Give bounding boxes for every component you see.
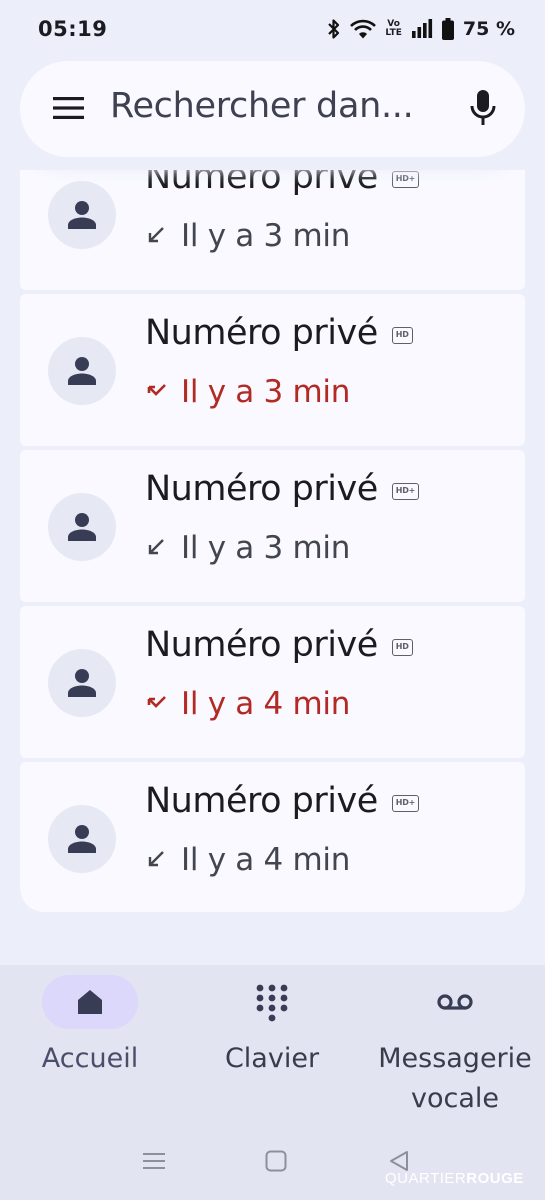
home-icon <box>78 990 102 1014</box>
person-icon <box>68 669 96 697</box>
avatar[interactable] <box>48 493 116 561</box>
search-bar[interactable]: Rechercher dan... <box>20 61 525 157</box>
nav-home[interactable]: Accueil <box>42 975 138 1079</box>
caller-name: Numéro privé <box>145 313 378 353</box>
dialpad-icon <box>256 984 288 1022</box>
nav-voicemail[interactable]: Messagerie vocale <box>365 975 545 1119</box>
call-log-item[interactable]: Numéro privé HD+ Il y a 4 min <box>20 762 525 912</box>
bluetooth-icon <box>328 19 340 39</box>
voicemail-icon <box>437 994 473 1010</box>
person-icon <box>68 357 96 385</box>
call-log-item[interactable]: Numéro privé HD+ Il y a 3 min <box>20 170 525 290</box>
nav-home-pill[interactable] <box>42 975 138 1029</box>
mic-icon[interactable] <box>469 89 497 129</box>
watermark: QUARTIERROUGE <box>385 1170 524 1187</box>
caller-line: Numéro privé HD+ <box>145 469 420 509</box>
call-time-line: Il y a 3 min <box>145 218 350 254</box>
hd-voice-icon: HD+ <box>391 482 420 500</box>
avatar[interactable] <box>48 805 116 873</box>
call-time-line: Il y a 4 min <box>145 686 350 722</box>
caller-name: Numéro privé <box>145 170 378 197</box>
person-icon <box>68 513 96 541</box>
hd-voice-icon: HD <box>391 326 413 344</box>
avatar[interactable] <box>48 181 116 249</box>
call-time: Il y a 3 min <box>181 374 351 410</box>
nav-voicemail-label[interactable]: Messagerie vocale <box>365 1039 545 1119</box>
status-icons: Vo LTE 75 % <box>327 18 515 40</box>
avatar[interactable] <box>48 649 116 717</box>
recent-apps-icon[interactable] <box>143 1150 165 1172</box>
call-time-line: Il y a 3 min <box>145 374 350 410</box>
caller-line: Numéro privé HD+ <box>145 170 420 197</box>
volte-bottom: LTE <box>385 28 402 38</box>
caller-line: Numéro privé HD <box>145 313 413 353</box>
volte-indicator: Vo LTE <box>385 20 402 38</box>
battery-icon <box>441 18 454 40</box>
call-history-list[interactable]: Numéro privé HD+ Il y a 3 min Numéro privé H… <box>20 170 525 912</box>
hd-voice-icon: HD <box>391 638 413 656</box>
hd-voice-icon: HD+ <box>391 794 420 812</box>
call-list-inner: Numéro privé HD+ Il y a 3 min Numéro privé H… <box>20 170 525 912</box>
person-icon <box>68 825 96 853</box>
nav-keypad-label[interactable]: Clavier <box>214 1039 330 1079</box>
call-time: Il y a 3 min <box>181 218 351 254</box>
battery-percent: 75 % <box>462 18 515 40</box>
missed-call-icon <box>147 384 166 396</box>
nav-voicemail-pill[interactable] <box>407 975 503 1029</box>
nav-voicemail-label-line2: vocale <box>410 1083 499 1114</box>
search-input[interactable]: Rechercher dan... <box>110 86 450 126</box>
call-time-line: Il y a 3 min <box>145 530 350 566</box>
call-time: Il y a 4 min <box>181 842 351 878</box>
watermark-part1: QUARTIER <box>385 1170 467 1187</box>
incoming-call-icon <box>148 851 164 867</box>
status-time: 05:19 <box>38 17 108 41</box>
menu-icon[interactable] <box>53 96 85 120</box>
nav-home-label[interactable]: Accueil <box>32 1039 148 1079</box>
phone-screen: 05:19 Vo LTE 75 % Numéro privé HD+ Il y … <box>0 0 545 1200</box>
status-bar: 05:19 Vo LTE 75 % <box>0 0 545 58</box>
incoming-call-icon <box>148 539 164 555</box>
nav-keypad-pill[interactable] <box>224 975 320 1029</box>
call-time-line: Il y a 4 min <box>145 842 350 878</box>
nav-keypad[interactable]: Clavier <box>224 975 320 1079</box>
watermark-part2: ROUGE <box>466 1170 524 1187</box>
back-icon[interactable] <box>388 1150 410 1172</box>
caller-name: Numéro privé <box>145 781 378 821</box>
person-icon <box>68 201 96 229</box>
caller-name: Numéro privé <box>145 625 378 665</box>
call-log-item[interactable]: Numéro privé HD Il y a 3 min <box>20 294 525 446</box>
nav-voicemail-label-line1: Messagerie <box>378 1043 532 1074</box>
hd-voice-icon: HD+ <box>391 170 420 188</box>
missed-call-icon <box>147 696 166 708</box>
call-log-item[interactable]: Numéro privé HD+ Il y a 3 min <box>20 450 525 602</box>
avatar[interactable] <box>48 337 116 405</box>
home-system-icon[interactable] <box>265 1150 287 1172</box>
caller-line: Numéro privé HD <box>145 625 413 665</box>
incoming-call-icon <box>148 227 164 243</box>
call-time: Il y a 3 min <box>181 530 351 566</box>
signal-icon <box>411 19 433 38</box>
caller-name: Numéro privé <box>145 469 378 509</box>
caller-line: Numéro privé HD+ <box>145 781 420 821</box>
call-time: Il y a 4 min <box>181 686 351 722</box>
wifi-icon <box>350 19 377 39</box>
call-log-item[interactable]: Numéro privé HD Il y a 4 min <box>20 606 525 758</box>
